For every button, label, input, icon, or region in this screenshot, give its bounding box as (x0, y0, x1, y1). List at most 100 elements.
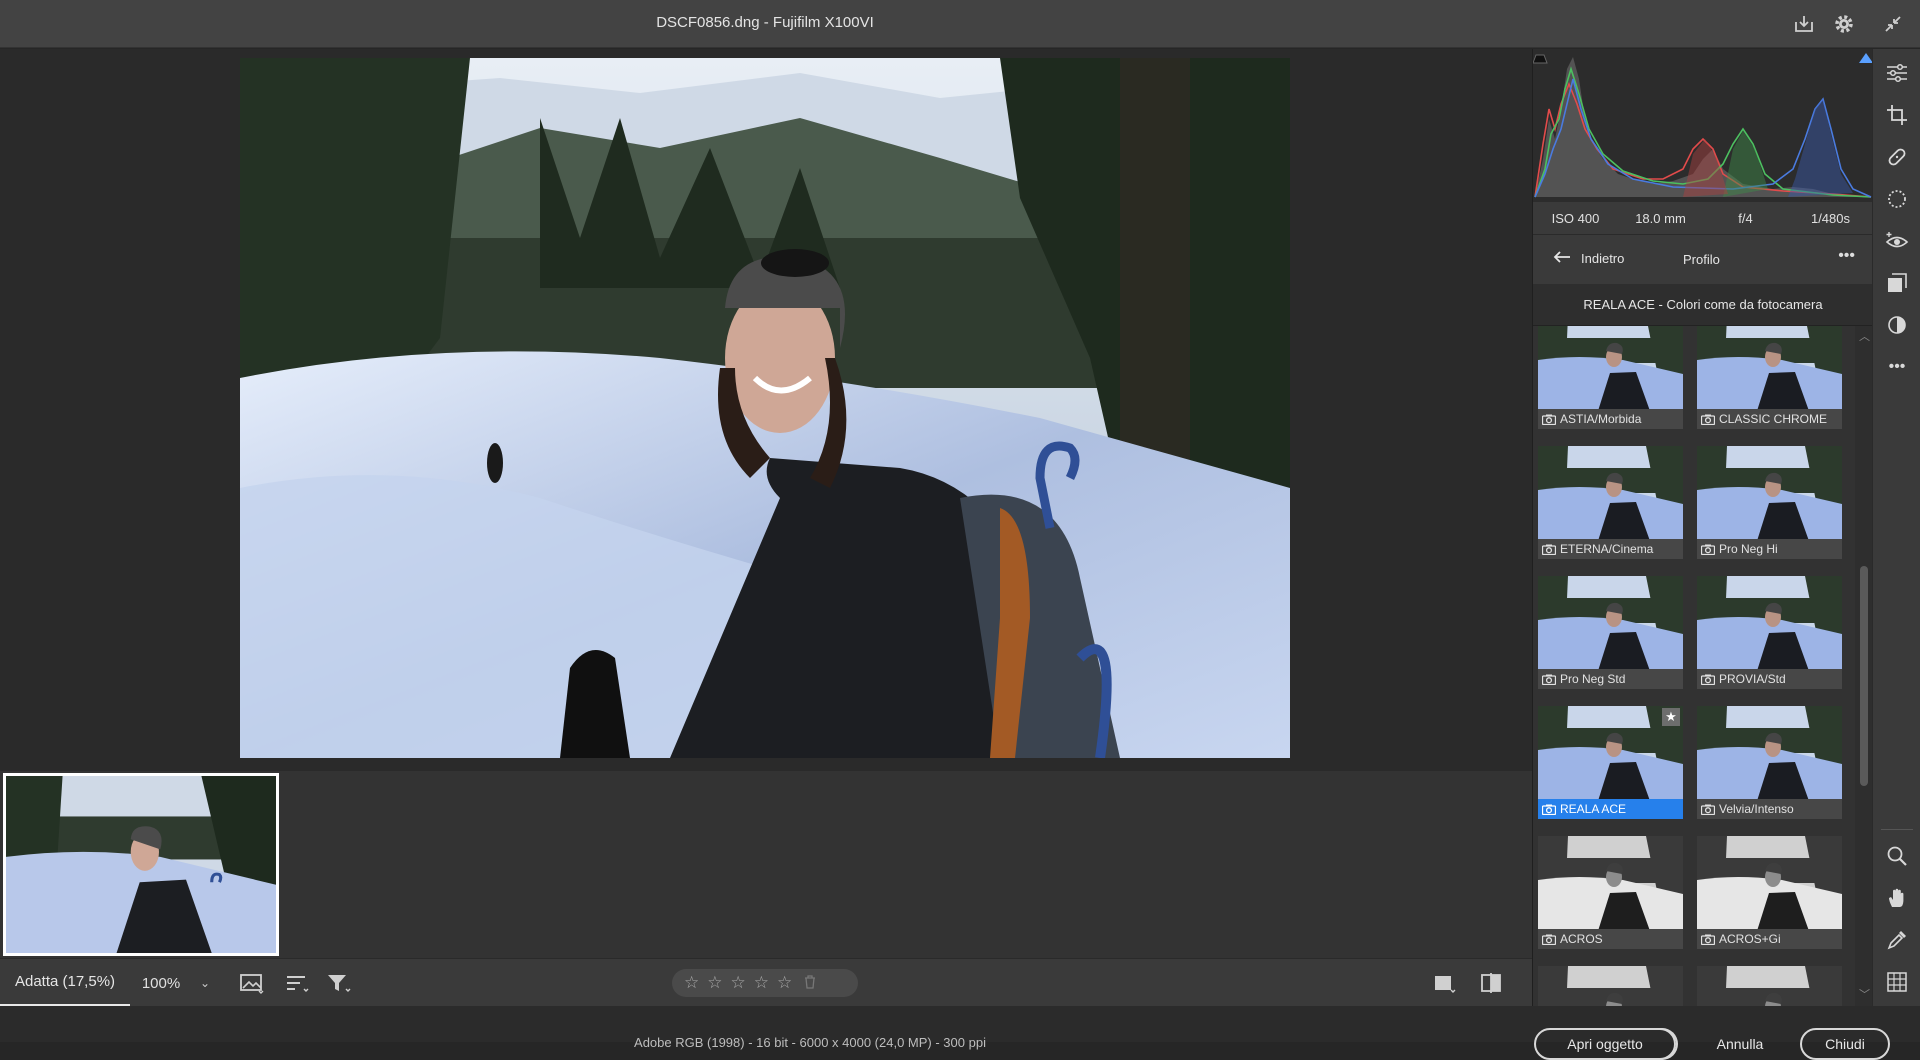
filter-icon[interactable] (324, 969, 354, 997)
presets-icon[interactable] (1883, 269, 1911, 297)
profile-preview (1697, 326, 1842, 411)
profile-tile[interactable]: ETERNA/Cinema (1538, 446, 1683, 559)
camera-icon (1542, 414, 1556, 425)
profile-caption: Pro Neg Hi (1697, 539, 1842, 559)
profile-label: ACROS+Gi (1719, 932, 1781, 946)
profile-label: REALA ACE (1560, 802, 1627, 816)
profile-preview (1538, 836, 1683, 931)
grid-overlay-icon[interactable] (1883, 968, 1911, 996)
exif-bar: ISO 400 18.0 mm f/4 1/480s (1533, 202, 1873, 234)
profile-caption: ASTIA/Morbida (1538, 409, 1683, 429)
healing-icon[interactable] (1883, 143, 1911, 171)
profile-label: ETERNA/Cinema (1560, 542, 1654, 556)
camera-icon (1701, 804, 1715, 815)
profile-label: PROVIA/Std (1719, 672, 1786, 686)
camera-icon (1542, 804, 1556, 815)
edit-panel: ISO 400 18.0 mm f/4 1/480s Indietro Prof… (1532, 49, 1873, 1006)
profile-scrollbar[interactable]: ︿ ﹀ (1855, 326, 1873, 1006)
profile-tile[interactable]: Pro Neg Hi (1697, 446, 1842, 559)
single-view-icon[interactable] (1429, 969, 1459, 997)
cancel-button[interactable]: Annulla (1700, 1028, 1780, 1060)
profile-tile[interactable]: ACROS+Gi (1697, 836, 1842, 949)
rating-stars: ☆ ☆ ☆ ☆ ☆ (672, 969, 858, 997)
profile-tile[interactable]: Velvia/Intenso (1697, 706, 1842, 819)
star-4-icon[interactable]: ☆ (754, 973, 769, 993)
main-photo[interactable] (240, 58, 1290, 758)
profile-label: Velvia/Intenso (1719, 802, 1794, 816)
profile-label: CLASSIC CHROME (1719, 412, 1828, 426)
star-3-icon[interactable]: ☆ (731, 973, 746, 993)
camera-icon (1542, 544, 1556, 555)
star-1-icon[interactable]: ☆ (684, 973, 699, 993)
profile-preview (1538, 446, 1683, 541)
profile-tile[interactable]: PROVIA/Std (1697, 576, 1842, 689)
zoom-dropdown-icon[interactable]: ⌄ (192, 959, 218, 1007)
crop-icon[interactable] (1883, 101, 1911, 129)
sort-icon[interactable] (282, 969, 312, 997)
exif-focal: 18.0 mm (1635, 210, 1686, 226)
footer: Adobe RGB (1998) - 16 bit - 6000 x 4000 … (0, 1006, 1920, 1060)
eyedropper-icon[interactable] (1883, 926, 1911, 954)
favorite-star-icon[interactable]: ★ (1662, 708, 1680, 726)
save-icon[interactable] (1790, 10, 1818, 38)
snapshots-icon[interactable] (1883, 311, 1911, 339)
hand-icon[interactable] (1883, 884, 1911, 912)
open-dropdown-button[interactable] (1650, 1028, 1678, 1060)
rail-divider (1881, 829, 1913, 830)
scroll-down-icon[interactable]: ﹀ (1859, 986, 1870, 1002)
profile-caption: Pro Neg Std (1538, 669, 1683, 689)
image-canvas[interactable] (0, 49, 1532, 771)
profile-title: Profilo (1683, 252, 1720, 267)
profile-preview (1697, 966, 1842, 1006)
star-5-icon[interactable]: ☆ (777, 973, 792, 993)
profile-preview (1697, 706, 1842, 801)
scroll-up-icon[interactable]: ︿ (1859, 328, 1870, 344)
collapse-icon[interactable] (1879, 10, 1907, 38)
filmstrip-thumbnail[interactable] (3, 773, 279, 956)
gear-icon[interactable] (1830, 10, 1858, 38)
exif-shutter: 1/480s (1810, 210, 1851, 226)
profile-tile[interactable] (1697, 966, 1842, 1006)
filmstrip-view-icon[interactable] (237, 969, 267, 997)
masking-icon[interactable] (1883, 185, 1911, 213)
trash-icon[interactable] (804, 974, 816, 992)
profile-preview (1538, 966, 1683, 1006)
zoom-icon[interactable] (1883, 842, 1911, 870)
profile-preview (1697, 446, 1842, 541)
edit-sliders-icon[interactable] (1883, 59, 1911, 87)
star-2-icon[interactable]: ☆ (707, 973, 722, 993)
profile-tile[interactable]: CLASSIC CHROME (1697, 326, 1842, 429)
zoom-fit-button[interactable]: Adatta (17,5%) (0, 959, 130, 1007)
profile-label: ACROS (1560, 932, 1603, 946)
profile-caption: PROVIA/Std (1697, 669, 1842, 689)
red-eye-icon[interactable] (1883, 227, 1911, 255)
camera-icon (1701, 414, 1715, 425)
bottom-toolbar: Adatta (17,5%) 100% ⌄ ☆ ☆ ☆ ☆ ☆ (0, 958, 1532, 1007)
done-button[interactable]: Chiudi (1800, 1028, 1890, 1060)
profile-tile[interactable]: ACROS (1538, 836, 1683, 949)
profile-label: Pro Neg Std (1560, 672, 1626, 686)
profile-caption: Velvia/Intenso (1697, 799, 1842, 819)
profile-tile[interactable]: ★ REALA ACE (1538, 706, 1683, 819)
profile-label: ASTIA/Morbida (1560, 412, 1642, 426)
exif-iso: ISO 400 (1551, 210, 1600, 226)
profile-tile[interactable]: ASTIA/Morbida (1538, 326, 1683, 429)
profile-tile[interactable]: Pro Neg Std (1538, 576, 1683, 689)
histogram (1532, 49, 1873, 202)
file-info[interactable]: Adobe RGB (1998) - 16 bit - 6000 x 4000 … (560, 1035, 1060, 1050)
tool-rail: ••• (1872, 49, 1920, 1006)
camera-icon (1701, 934, 1715, 945)
profile-tile[interactable] (1538, 966, 1683, 1006)
camera-icon (1701, 674, 1715, 685)
filmstrip (0, 771, 1532, 958)
more-options-icon[interactable]: ••• (1838, 247, 1855, 265)
profile-label: Pro Neg Hi (1719, 542, 1778, 556)
profile-preview (1697, 836, 1842, 931)
scrollbar-thumb[interactable] (1860, 566, 1868, 786)
back-button[interactable]: Indietro (1553, 250, 1624, 267)
profile-caption: CLASSIC CHROME (1697, 409, 1842, 429)
profile-preview (1538, 576, 1683, 671)
compare-view-icon[interactable] (1476, 969, 1506, 997)
more-tools-icon[interactable]: ••• (1883, 353, 1911, 381)
zoom-100-button[interactable]: 100% (130, 959, 192, 1007)
